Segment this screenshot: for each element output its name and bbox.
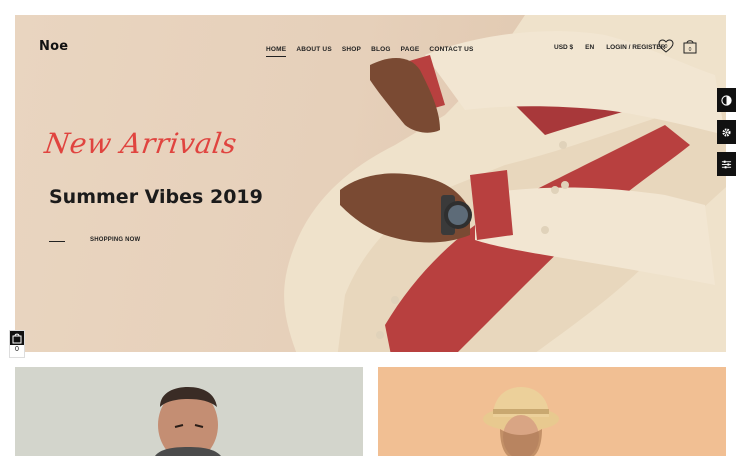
women-model-image xyxy=(483,387,559,456)
filters-tab[interactable] xyxy=(717,152,736,176)
nav-shop[interactable]: SHOP xyxy=(342,46,361,57)
hero-banner: Noe HOME ABOUT US SHOP BLOG PAGE CONTACT… xyxy=(15,15,726,352)
currency-selector[interactable]: USD $ xyxy=(554,44,573,51)
main-nav: HOME ABOUT US SHOP BLOG PAGE CONTACT US xyxy=(266,46,474,57)
contrast-icon xyxy=(721,94,732,106)
hero-title: Summer Vibes 2019 xyxy=(49,186,263,208)
cart-button[interactable]: 0 xyxy=(682,38,698,54)
gear-icon xyxy=(722,127,731,137)
header-utilities: USD $ EN LOGIN / REGISTER xyxy=(554,44,665,51)
cart-count: 0 xyxy=(689,47,692,53)
nav-contact-us[interactable]: CONTACT US xyxy=(429,46,473,57)
settings-tab[interactable] xyxy=(717,120,736,144)
hero-script-heading: New Arrivals xyxy=(42,127,240,160)
theme-toggle-tab[interactable] xyxy=(717,88,736,112)
men-model-image xyxy=(155,387,221,456)
site-header: Noe HOME ABOUT US SHOP BLOG PAGE CONTACT… xyxy=(15,15,726,75)
heart-icon: 0 xyxy=(658,39,674,53)
promo-card-men[interactable] xyxy=(15,367,363,456)
mini-cart-count: 0 xyxy=(15,346,19,353)
nav-blog[interactable]: BLOG xyxy=(371,46,391,57)
site-logo[interactable]: Noe xyxy=(39,39,68,54)
nav-page[interactable]: PAGE xyxy=(401,46,420,57)
wishlist-count: 0 xyxy=(665,44,668,50)
promo-card-women[interactable] xyxy=(378,367,726,456)
shopping-bag-icon: 0 xyxy=(683,40,697,54)
language-selector[interactable]: EN xyxy=(585,44,594,51)
sliders-icon xyxy=(721,160,732,168)
nav-about-us[interactable]: ABOUT US xyxy=(296,46,332,57)
mini-cart-widget[interactable]: 0 xyxy=(9,330,25,358)
wishlist-button[interactable]: 0 xyxy=(658,38,674,54)
login-register-link[interactable]: LOGIN / REGISTER xyxy=(606,44,665,51)
cta-divider xyxy=(49,241,65,242)
nav-home[interactable]: HOME xyxy=(266,46,287,57)
mini-cart-bag-icon xyxy=(10,331,24,345)
shopping-now-link[interactable]: SHOPPING NOW xyxy=(90,237,140,243)
